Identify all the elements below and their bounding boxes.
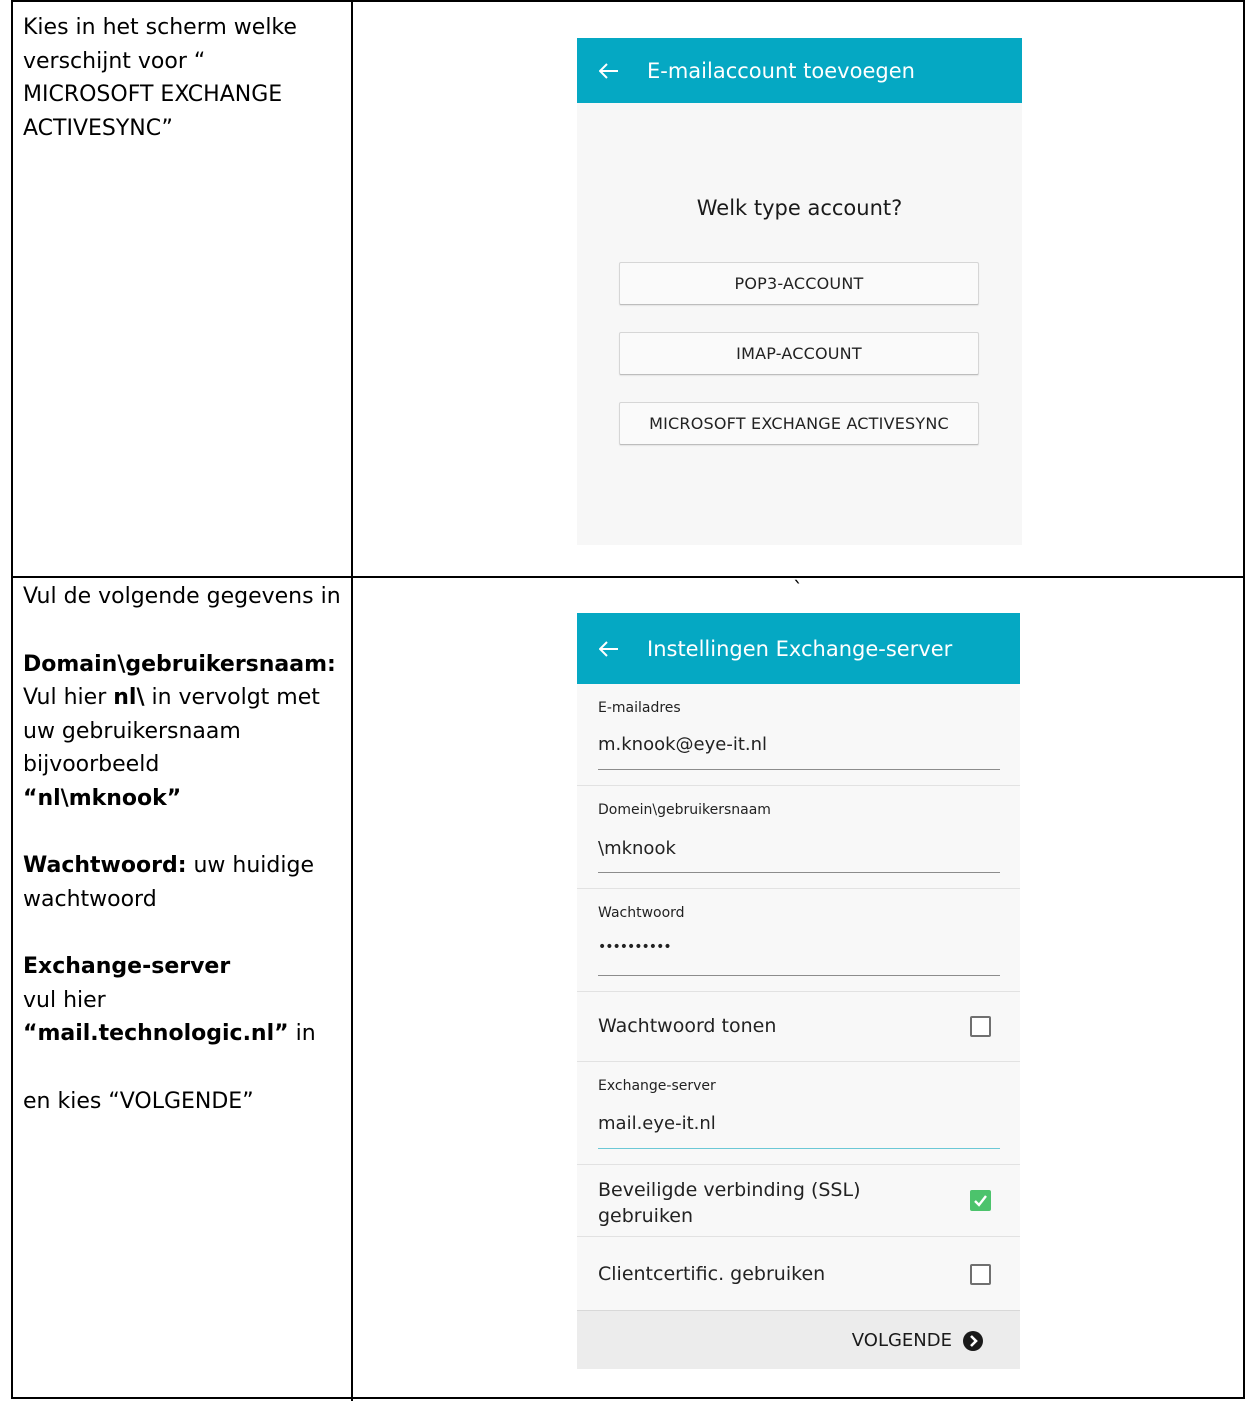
ssl-label-line1: Beveiligde verbinding (SSL) [598, 1179, 861, 1201]
ssl-checkbox[interactable] [970, 1190, 991, 1211]
password-heading: Wachtwoord: [23, 853, 187, 878]
divider [577, 1164, 1020, 1165]
password-input[interactable]: •••••••••• [598, 939, 672, 955]
back-arrow-icon[interactable] [599, 62, 619, 79]
screen-title: Instellingen Exchange-server [647, 636, 953, 661]
show-password-checkbox[interactable] [970, 1016, 991, 1037]
table-row-divider [13, 576, 1245, 578]
row1-instruction: Kies in het scherm welke verschijnt voor… [23, 11, 341, 145]
domain-heading: Domain\gebruikersnaam: [23, 651, 336, 677]
intro-text: Vul de volgende gegevens in [23, 584, 341, 609]
server-text: vul hier [23, 987, 106, 1013]
domain-text-1: Vul hier [23, 685, 114, 710]
email-label: E-mailadres [598, 700, 681, 716]
row2-instruction: Vul de volgende gegevens in Domain\gebru… [23, 580, 341, 1118]
pop3-account-button[interactable]: POP3-ACCOUNT [619, 262, 979, 305]
stray-backtick: ` [793, 577, 803, 601]
chevron-right-circle-icon [963, 1330, 983, 1351]
server-value: “mail.technologic.nl” [23, 1021, 289, 1046]
exchange-server-label: Exchange-server [598, 1078, 716, 1094]
password-label: Wachtwoord [598, 905, 685, 921]
footer-bar: VOLGENDE [577, 1310, 1020, 1369]
app-bar: E-mailaccount toevoegen [577, 38, 1022, 103]
app-bar: Instellingen Exchange-server [577, 613, 1020, 684]
client-cert-label: Clientcertific. gebruiken [598, 1263, 826, 1285]
domain-username-label: Domein\gebruikersnaam [598, 802, 771, 818]
exchange-server-underline [598, 1148, 1000, 1149]
screen-title: E-mailaccount toevoegen [647, 58, 915, 83]
divider [577, 1061, 1020, 1062]
next-button[interactable]: VOLGENDE [852, 1311, 984, 1370]
server-heading: Exchange-server [23, 954, 231, 979]
ssl-label-line2: gebruiken [598, 1205, 693, 1227]
next-instruction: en kies “VOLGENDE” [23, 1088, 254, 1114]
domain-bold: nl\ [113, 685, 145, 710]
server-suffix: in [288, 1021, 316, 1046]
domain-username-input[interactable]: \mknook [598, 838, 676, 859]
email-input[interactable]: m.knook@eye-it.nl [598, 734, 767, 755]
password-instruction: Wachtwoord: uw huidige wachtwoord [23, 849, 341, 916]
next-label: VOLGENDE [851, 1330, 952, 1351]
domain-instruction: Domain\gebruikersnaam: Vul hier nl\ in ve… [23, 648, 341, 816]
email-underline [598, 769, 1000, 770]
account-type-screen: E-mailaccount toevoegen Welk type accoun… [577, 38, 1022, 545]
show-password-label: Wachtwoord tonen [598, 1015, 777, 1037]
domain-username-underline [598, 872, 1000, 873]
exchange-settings-screen: Instellingen Exchange-server E-mailadres… [577, 613, 1020, 1369]
ssl-label: Beveiligde verbinding (SSL) gebruiken [598, 1177, 860, 1229]
row1-instruction-text: Kies in het scherm welke verschijnt voor… [23, 15, 297, 141]
imap-account-button[interactable]: IMAP-ACCOUNT [619, 332, 979, 375]
divider [577, 1236, 1020, 1237]
back-arrow-icon[interactable] [599, 640, 619, 657]
account-type-question: Welk type account? [696, 196, 903, 220]
exchange-activesync-button[interactable]: MICROSOFT EXCHANGE ACTIVESYNC [619, 402, 979, 445]
server-instruction: Exchange-server vul hier “mail.technologic… [23, 950, 341, 1051]
divider [577, 888, 1020, 889]
password-underline [598, 975, 1000, 976]
client-cert-checkbox[interactable] [970, 1264, 991, 1285]
divider [577, 785, 1020, 786]
checkmark-icon [974, 1195, 987, 1207]
divider [577, 991, 1020, 992]
exchange-server-input[interactable]: mail.eye-it.nl [598, 1113, 716, 1134]
table-column-divider [351, 2, 353, 1401]
domain-example: “nl\mknook” [23, 785, 182, 811]
